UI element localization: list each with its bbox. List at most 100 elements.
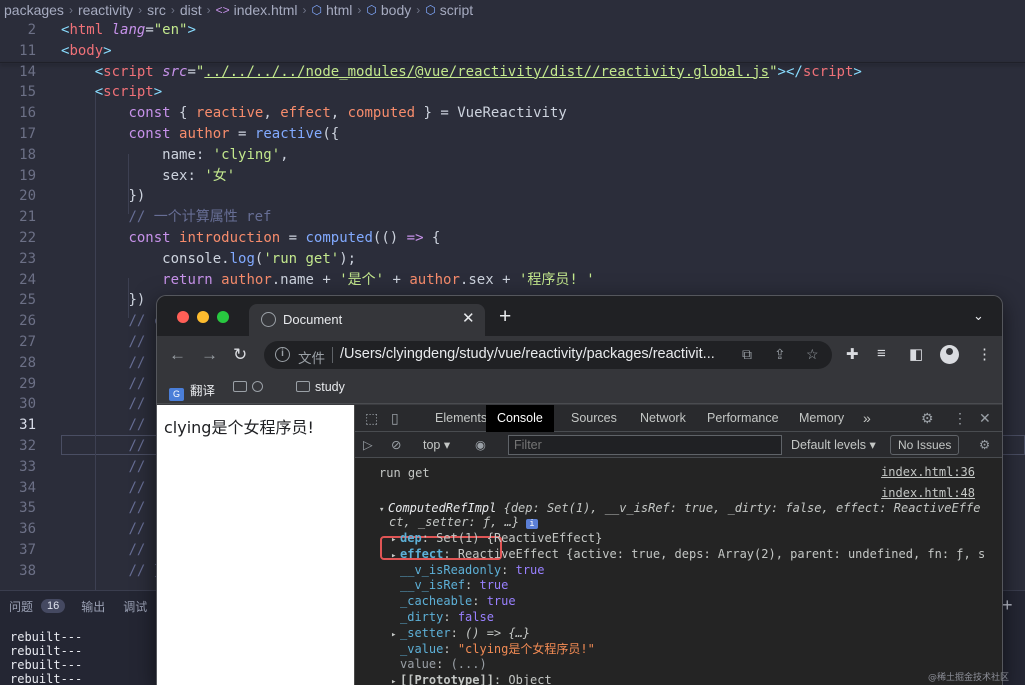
tab-debug[interactable]: 调试 xyxy=(123,598,147,615)
address-bar[interactable]: i 文件 /Users/clyingdeng/study/vue/reactiv… xyxy=(264,341,832,369)
bookmark-folder[interactable] xyxy=(233,380,268,394)
tab-console[interactable]: Console xyxy=(486,405,554,432)
profile-avatar[interactable] xyxy=(940,345,959,364)
code-line[interactable]: 15 <script> xyxy=(0,82,1025,103)
code-token: , xyxy=(263,105,281,122)
close-tab-icon[interactable]: ✕ xyxy=(462,309,475,327)
reading-list-icon[interactable]: ≡ xyxy=(877,345,886,362)
code-line[interactable]: 14 <script src="../../../../node_modules… xyxy=(0,62,1025,83)
breadcrumb-item[interactable]: dist xyxy=(180,2,202,18)
bookmark-study[interactable]: study xyxy=(296,380,345,394)
tab-elements[interactable]: Elements xyxy=(435,411,487,425)
object-property[interactable]: ▸ dep: Set(1) {ReactiveEffect} xyxy=(391,530,602,546)
eye-icon[interactable]: ◉ xyxy=(475,437,486,452)
back-arrow-icon[interactable]: ← xyxy=(169,345,186,365)
tab-problems[interactable]: 问题 xyxy=(9,598,33,615)
code-line[interactable]: 20 }) xyxy=(0,186,1025,207)
tab-output[interactable]: 输出 xyxy=(81,598,105,615)
line-number: 28 xyxy=(19,354,36,371)
context-selector[interactable]: top ▾ xyxy=(423,437,450,452)
breadcrumb-item[interactable]: script xyxy=(440,2,473,18)
object-property: _value: "clying是个女程序员!" xyxy=(400,641,595,656)
tab-network[interactable]: Network xyxy=(640,411,686,425)
tab-performance[interactable]: Performance xyxy=(707,411,779,425)
line-number: 21 xyxy=(19,209,36,226)
inspect-element-icon[interactable]: ⬚ xyxy=(365,410,378,427)
breadcrumb-item[interactable]: body xyxy=(381,2,411,18)
bookmark-translate[interactable]: G 翻译 xyxy=(169,380,215,401)
code-line[interactable]: 22 const introduction = computed(() => { xyxy=(0,228,1025,249)
property-key: value xyxy=(400,657,437,672)
console-filter-input[interactable] xyxy=(508,435,782,455)
close-window-button[interactable] xyxy=(177,311,189,323)
property-key: [[Prototype]] xyxy=(400,673,494,685)
extensions-icon[interactable]: ✚ xyxy=(846,345,859,363)
object-property[interactable]: ▸ effect: ReactiveEffect {active: true, d… xyxy=(391,546,985,562)
code-line[interactable]: 24 return author.name + '是个' + author.se… xyxy=(0,270,1025,291)
side-panel-icon[interactable]: ◧ xyxy=(909,345,923,363)
code-line[interactable]: 11 <body> xyxy=(0,41,1025,62)
url-text[interactable]: /Users/clyingdeng/study/vue/reactivity/p… xyxy=(340,346,715,362)
code-token: author xyxy=(409,271,460,288)
bookmark-label: study xyxy=(315,380,345,394)
translate-icon[interactable]: ⧉ xyxy=(742,346,752,363)
code-line[interactable]: 17 const author = reactive({ xyxy=(0,124,1025,145)
code-line[interactable]: 19 sex: '女' xyxy=(0,166,1025,187)
breadcrumb-item[interactable]: html xyxy=(326,2,352,18)
close-icon[interactable]: ✕ xyxy=(979,410,991,427)
code-line[interactable]: 16 const { reactive, effect, computed } … xyxy=(0,103,1025,124)
code-token: : xyxy=(187,167,205,184)
property-key: __v_isReadonly xyxy=(400,562,502,577)
browser-tab[interactable]: Document ✕ xyxy=(249,304,485,336)
indent-guide xyxy=(128,154,129,214)
code-token: html xyxy=(69,22,104,38)
add-panel-plus-icon[interactable]: + xyxy=(1002,595,1013,616)
tab-sources[interactable]: Sources xyxy=(571,411,617,425)
console-output[interactable]: run get index.html:36 index.html:48 ▾ Com… xyxy=(355,458,1002,685)
device-toolbar-icon[interactable]: ▯ xyxy=(391,410,399,427)
more-menu-icon[interactable]: ⋮ xyxy=(977,345,992,363)
maximize-window-button[interactable] xyxy=(217,311,229,323)
breadcrumb-item[interactable]: packages xyxy=(4,2,64,18)
tab-memory[interactable]: Memory xyxy=(799,411,844,425)
sidebar-toggle-icon[interactable]: ▷ xyxy=(363,437,373,452)
object-property[interactable]: ▸ [[Prototype]]: Object xyxy=(391,672,552,685)
new-tab-plus-icon[interactable]: + xyxy=(499,305,511,329)
clear-console-icon[interactable]: ⊘ xyxy=(391,437,401,452)
code-line[interactable]: 2 <html lang="en"> xyxy=(0,20,1025,41)
code-text: sex: '女' xyxy=(61,166,235,187)
log-levels-dropdown[interactable]: Default levels ▾ xyxy=(791,437,876,452)
breadcrumb-item[interactable]: index.html xyxy=(234,2,298,18)
gear-icon[interactable]: ⚙ xyxy=(979,437,990,452)
source-link[interactable]: index.html:48 xyxy=(881,486,975,500)
source-link[interactable]: index.html:36 xyxy=(881,465,975,479)
share-icon[interactable]: ⇪ xyxy=(774,346,786,363)
code-text: // xyxy=(61,394,145,415)
breadcrumb-item[interactable]: reactivity xyxy=(78,2,133,18)
code-token: // xyxy=(128,396,146,413)
globe-icon xyxy=(261,312,276,327)
info-icon[interactable]: i xyxy=(275,347,290,362)
code-line[interactable]: 18 name: 'clying', xyxy=(0,145,1025,166)
terminal-line: rebuilt--- xyxy=(10,630,83,644)
code-line[interactable]: 21 // 一个计算属性 ref xyxy=(0,207,1025,228)
more-menu-icon[interactable]: ⋮ xyxy=(953,410,967,427)
gear-icon[interactable]: ⚙ xyxy=(921,410,934,427)
minimize-window-button[interactable] xyxy=(197,311,209,323)
code-text: // xyxy=(61,436,145,457)
code-line[interactable]: 23 console.log('run get'); xyxy=(0,249,1025,270)
issues-button[interactable]: No Issues xyxy=(890,435,960,455)
more-tabs-icon[interactable]: » xyxy=(863,410,871,426)
property-value: true xyxy=(515,562,545,577)
reload-icon[interactable]: ↻ xyxy=(233,345,247,365)
forward-arrow-icon[interactable]: → xyxy=(201,345,218,365)
star-icon[interactable]: ☆ xyxy=(806,346,819,363)
property-key: effect xyxy=(400,546,444,561)
breadcrumb-separator: › xyxy=(302,3,307,17)
object-property[interactable]: ▸ _setter: () => {…} xyxy=(391,625,530,641)
browser-toolbar: ← → ↻ i 文件 /Users/clyingdeng/study/vue/r… xyxy=(157,336,1002,374)
breadcrumb-item[interactable]: src xyxy=(147,2,166,18)
chevron-down-icon[interactable]: ⌄ xyxy=(973,308,984,324)
